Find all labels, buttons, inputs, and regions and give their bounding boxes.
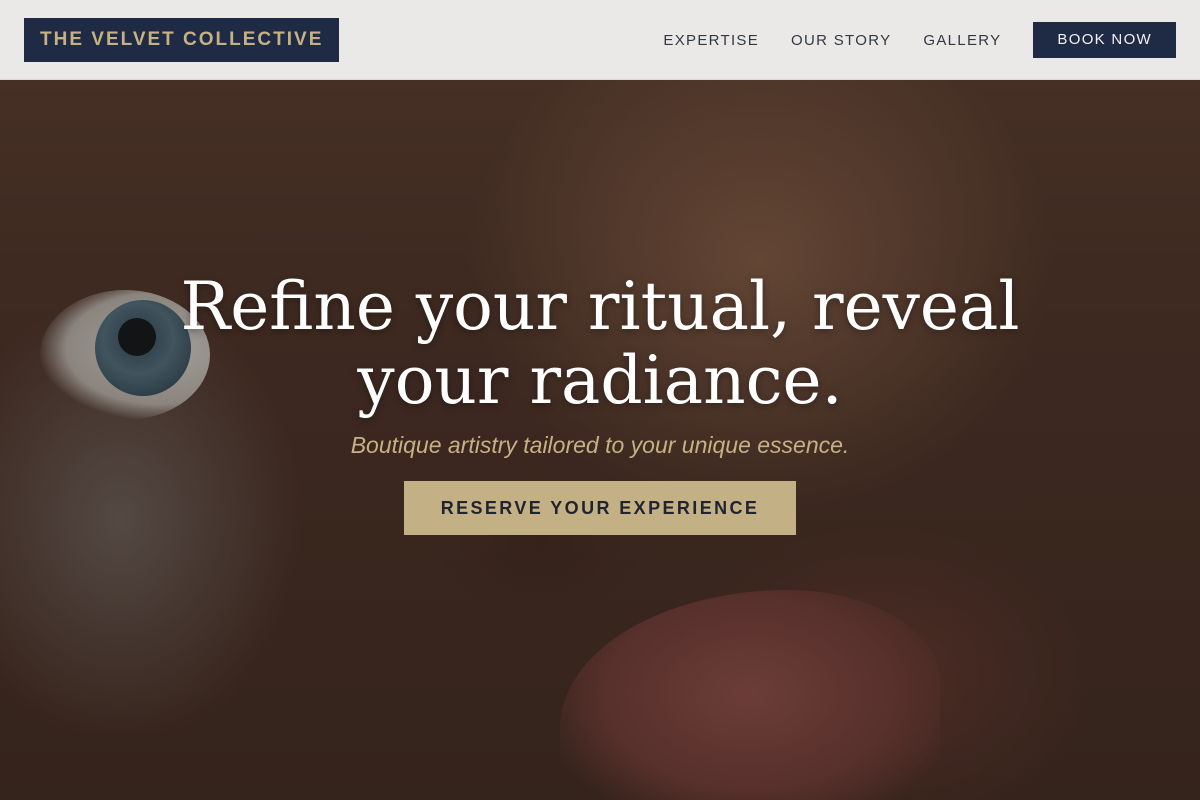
- main-nav: EXPERTISE OUR STORY GALLERY BOOK NOW: [663, 22, 1176, 58]
- nav-link-gallery[interactable]: GALLERY: [923, 32, 1001, 49]
- reserve-experience-button[interactable]: RESERVE YOUR EXPERIENCE: [404, 481, 796, 535]
- landing-page: THE VELVET COLLECTIVE EXPERTISE OUR STOR…: [0, 0, 1200, 800]
- site-header: THE VELVET COLLECTIVE EXPERTISE OUR STOR…: [0, 0, 1200, 80]
- hero-subtitle: Boutique artistry tailored to your uniqu…: [350, 432, 850, 458]
- book-now-button[interactable]: BOOK NOW: [1033, 22, 1176, 58]
- hero-section: Refine your ritual, reveal your radiance…: [0, 270, 1200, 535]
- nav-link-our-story[interactable]: OUR STORY: [791, 32, 891, 49]
- nav-link-expertise[interactable]: EXPERTISE: [663, 32, 759, 49]
- hero-title: Refine your ritual, reveal your radiance…: [180, 268, 1020, 419]
- brand-logo[interactable]: THE VELVET COLLECTIVE: [24, 18, 340, 62]
